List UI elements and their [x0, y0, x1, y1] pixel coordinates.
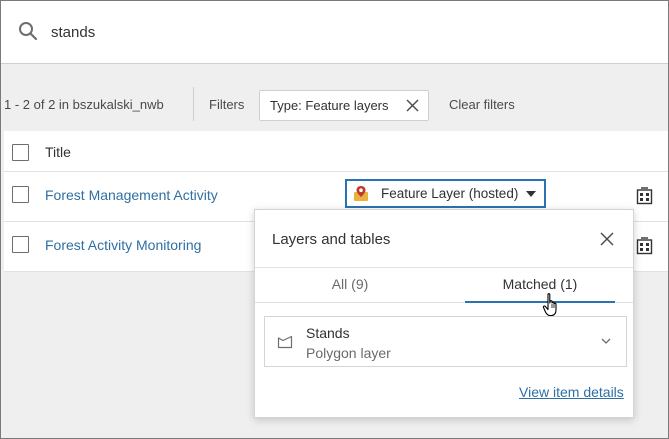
popover-title: Layers and tables [272, 231, 391, 248]
select-all-checkbox[interactable] [12, 144, 29, 161]
search-input[interactable] [51, 19, 651, 45]
filter-divider [193, 87, 194, 121]
filter-chip-type[interactable]: Type: Feature layers [259, 90, 429, 121]
hand-pointer-icon [542, 293, 557, 317]
item-title-link[interactable]: Forest Management Activity [45, 187, 218, 203]
filter-chip-label: Type: Feature layers [270, 98, 389, 113]
layer-name: Stands [306, 325, 350, 341]
item-type-dropdown[interactable]: Feature Layer (hosted) [345, 179, 546, 208]
filter-row: 1 - 2 of 2 in bszukalski_nwb Filters Typ… [1, 65, 668, 129]
search-icon [19, 22, 38, 41]
chevron-down-icon[interactable] [601, 338, 611, 345]
tab-matched[interactable]: Matched (1) [465, 268, 615, 303]
organization-icon [636, 237, 653, 255]
item-title-link[interactable]: Forest Activity Monitoring [45, 237, 201, 253]
table-header: Title [4, 131, 668, 172]
feature-layer-icon [354, 186, 368, 201]
clear-filters-button[interactable]: Clear filters [449, 97, 515, 112]
caret-down-icon [526, 191, 536, 197]
filters-button[interactable]: Filters [209, 97, 244, 112]
layer-card-stands[interactable]: Stands Polygon layer [264, 316, 627, 367]
layers-popover: Layers and tables All (9) Matched (1) St… [254, 209, 634, 418]
popover-tabs: All (9) Matched (1) [255, 267, 633, 303]
view-item-details-link[interactable]: View item details [519, 384, 624, 400]
close-icon[interactable] [600, 232, 614, 246]
organization-icon [636, 187, 653, 205]
row-checkbox[interactable] [12, 236, 29, 253]
column-header-title[interactable]: Title [45, 144, 71, 160]
close-icon[interactable] [406, 99, 419, 112]
search-bar [1, 1, 668, 64]
layer-type: Polygon layer [306, 345, 391, 361]
item-type-label: Feature Layer (hosted) [381, 186, 519, 201]
row-checkbox[interactable] [12, 186, 29, 203]
results-count: 1 - 2 of 2 in bszukalski_nwb [4, 97, 164, 112]
polygon-icon [277, 335, 293, 349]
tab-all[interactable]: All (9) [275, 268, 425, 303]
